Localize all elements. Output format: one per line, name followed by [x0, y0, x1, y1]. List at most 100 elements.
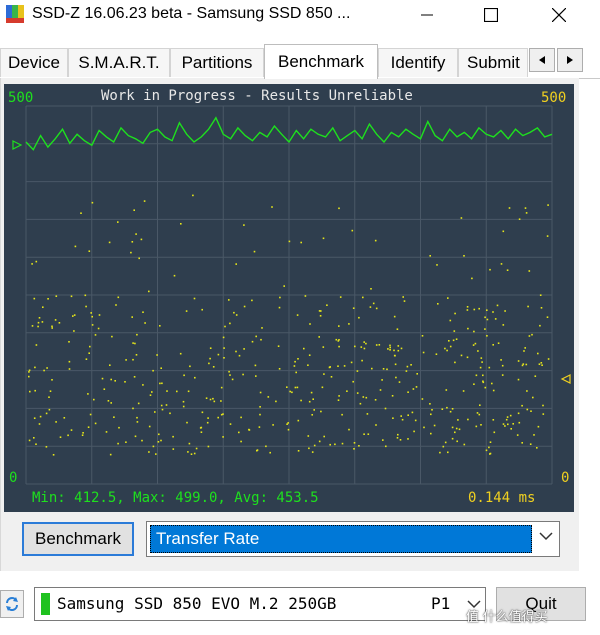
latency-point — [341, 413, 343, 416]
latency-point — [37, 321, 40, 324]
latency-point — [472, 344, 475, 346]
refresh-button[interactable] — [0, 590, 24, 618]
latency-point — [348, 428, 350, 431]
latency-point — [134, 435, 137, 438]
latency-point — [81, 434, 84, 436]
latency-point — [449, 319, 452, 322]
latency-point — [488, 446, 490, 449]
tab-smart[interactable]: S.M.A.R.T. — [68, 48, 170, 77]
latency-point — [339, 296, 342, 298]
latency-point — [531, 333, 533, 336]
latency-point — [231, 378, 234, 381]
latency-point — [113, 416, 115, 418]
latency-point — [148, 290, 150, 293]
benchmark-chart — [12, 105, 571, 485]
latency-point — [371, 367, 373, 370]
benchmark-button[interactable]: Benchmark — [22, 522, 134, 556]
latency-point — [229, 322, 231, 325]
latency-point — [502, 324, 505, 326]
latency-point — [166, 390, 168, 392]
latency-point — [309, 323, 311, 325]
tab-identify[interactable]: Identify — [378, 48, 458, 77]
latency-point — [70, 295, 73, 298]
latency-point — [297, 419, 300, 422]
latency-point — [308, 354, 311, 356]
tab-submit[interactable]: Submit — [458, 48, 528, 77]
latency-point — [217, 416, 219, 419]
tab-strip: Device S.M.A.R.T. Partitions Benchmark I… — [0, 44, 600, 79]
latency-point — [84, 294, 87, 297]
latency-point — [38, 317, 41, 319]
tab-partitions[interactable]: Partitions — [170, 48, 264, 77]
latency-point — [502, 230, 505, 233]
latency-point — [351, 229, 354, 232]
latency-point — [59, 436, 62, 438]
latency-point — [94, 422, 97, 425]
latency-point — [258, 426, 261, 428]
latency-point — [534, 375, 537, 377]
latency-point — [524, 347, 526, 349]
latency-point — [400, 415, 402, 417]
tab-scroll-right-button[interactable] — [557, 48, 583, 72]
latency-point — [142, 384, 144, 386]
tab-scroll-left-button[interactable] — [529, 48, 555, 72]
latency-point — [261, 327, 263, 329]
latency-point — [393, 315, 396, 318]
latency-point — [375, 307, 378, 310]
latency-point — [524, 207, 527, 209]
latency-point — [401, 418, 404, 421]
latency-point — [540, 307, 543, 309]
latency-point — [87, 393, 89, 395]
latency-point — [220, 400, 222, 402]
tab-benchmark[interactable]: Benchmark — [264, 44, 378, 79]
latency-point — [133, 376, 136, 378]
latency-point — [486, 309, 488, 311]
latency-point — [240, 416, 242, 419]
latency-point — [235, 350, 237, 353]
latency-point — [429, 403, 431, 405]
latency-point — [455, 427, 458, 430]
minimize-button[interactable] — [404, 0, 450, 30]
latency-point — [187, 390, 190, 393]
latency-point — [209, 398, 212, 401]
latency-point — [527, 305, 529, 308]
latency-point — [31, 263, 33, 265]
latency-point — [382, 368, 385, 370]
latency-point — [386, 368, 388, 371]
latency-point — [228, 299, 230, 301]
latency-point — [359, 402, 362, 405]
latency-point — [33, 417, 36, 419]
latency-point — [369, 306, 372, 308]
latency-point — [365, 396, 368, 399]
latency-point — [352, 307, 355, 309]
latency-point — [35, 344, 38, 346]
tab-device[interactable]: Device — [0, 48, 68, 77]
latency-point — [28, 369, 31, 372]
latency-point — [114, 380, 116, 382]
close-button[interactable] — [536, 0, 582, 30]
latency-point — [304, 295, 307, 297]
drive-select[interactable]: Samsung SSD 850 EVO M.2 250GB P1 — [34, 587, 486, 621]
latency-point — [526, 390, 528, 392]
latency-point — [238, 354, 241, 357]
latency-point — [259, 406, 261, 408]
latency-point — [484, 328, 486, 330]
latency-point — [243, 348, 245, 350]
mode-select[interactable]: Transfer Rate — [146, 521, 560, 557]
latency-point — [89, 345, 91, 348]
latency-point — [322, 237, 325, 240]
latency-point — [125, 359, 127, 361]
latency-point — [293, 365, 296, 367]
latency-point — [296, 314, 299, 316]
latency-point — [67, 434, 69, 437]
latency-point — [480, 357, 483, 359]
latency-point — [391, 395, 394, 397]
latency-point — [190, 453, 193, 455]
latency-point — [323, 373, 325, 375]
latency-point — [367, 433, 370, 435]
latency-point — [478, 307, 480, 310]
maximize-button[interactable] — [468, 0, 514, 30]
latency-point — [259, 391, 262, 394]
latency-point — [540, 362, 543, 364]
latency-point — [338, 345, 340, 348]
